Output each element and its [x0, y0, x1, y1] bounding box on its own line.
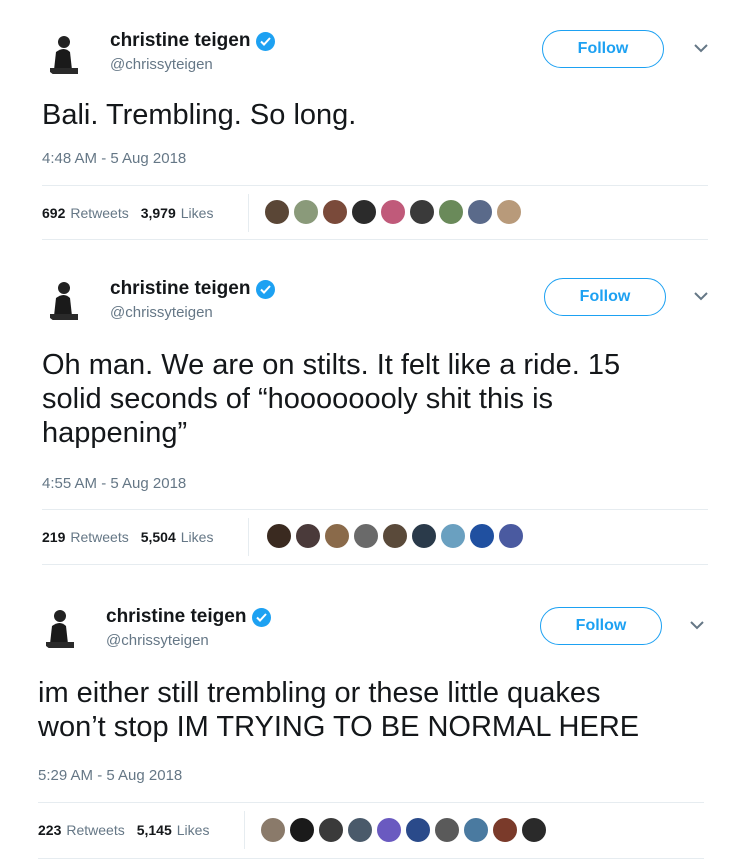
- liker-avatar[interactable]: [353, 523, 379, 549]
- tweet-text-line: happening”: [42, 417, 188, 449]
- liker-avatar[interactable]: [351, 199, 377, 225]
- tweet-text-line: im either still trembling or these littl…: [38, 677, 601, 709]
- tweet-timestamp[interactable]: 5:29 AM - 5 Aug 2018: [38, 767, 182, 784]
- stats-separator: [248, 518, 249, 556]
- stats-separator: [248, 194, 249, 232]
- user-name[interactable]: christine teigen: [110, 30, 250, 52]
- liker-avatar[interactable]: [347, 817, 373, 843]
- chevron-down-icon[interactable]: [692, 290, 710, 302]
- user-handle[interactable]: @chrissyteigen: [110, 56, 275, 73]
- retweets-label[interactable]: Retweets: [70, 205, 128, 221]
- stats-separator: [244, 811, 245, 849]
- liker-avatar[interactable]: [521, 817, 547, 843]
- liker-avatar[interactable]: [434, 817, 460, 843]
- tweet-text-line: Oh man. We are on stilts. It felt like a…: [42, 349, 621, 381]
- tweet-text: Bali. Trembling. So long.: [42, 98, 356, 132]
- liker-avatar[interactable]: [498, 523, 524, 549]
- liker-avatar[interactable]: [293, 199, 319, 225]
- liker-avatars: [266, 523, 524, 549]
- liker-avatar[interactable]: [260, 817, 286, 843]
- verified-badge-icon: [256, 31, 276, 51]
- like-count[interactable]: 3,979: [141, 205, 176, 221]
- user-handle[interactable]: @chrissyteigen: [110, 304, 275, 321]
- liker-avatar[interactable]: [438, 199, 464, 225]
- liker-avatars: [260, 817, 547, 843]
- liker-avatar[interactable]: [266, 523, 292, 549]
- tweet-text-line: Bali. Trembling. So long.: [42, 99, 357, 131]
- tweet-timestamp[interactable]: 4:55 AM - 5 Aug 2018: [42, 475, 186, 492]
- like-count[interactable]: 5,504: [141, 529, 176, 545]
- tweet-stats: 219 Retweets 5,504 Likes: [42, 529, 225, 545]
- liker-avatars: [264, 199, 522, 225]
- liker-avatar[interactable]: [382, 523, 408, 549]
- verified-badge-icon: [256, 279, 276, 299]
- liker-avatar[interactable]: [409, 199, 435, 225]
- likes-label[interactable]: Likes: [181, 205, 214, 221]
- tweet-stats: 223 Retweets 5,145 Likes: [38, 822, 221, 838]
- liker-avatar[interactable]: [324, 523, 350, 549]
- liker-avatar[interactable]: [469, 523, 495, 549]
- divider: [42, 239, 708, 240]
- liker-avatar[interactable]: [289, 817, 315, 843]
- liker-avatar[interactable]: [496, 199, 522, 225]
- retweets-label[interactable]: Retweets: [66, 822, 124, 838]
- retweet-count[interactable]: 692: [42, 205, 65, 221]
- avatar[interactable]: [42, 276, 90, 324]
- retweet-count[interactable]: 223: [38, 822, 61, 838]
- follow-button[interactable]: Follow: [540, 607, 662, 645]
- liker-avatar[interactable]: [463, 817, 489, 843]
- divider: [42, 509, 708, 510]
- user-name[interactable]: christine teigen: [110, 278, 250, 300]
- tweet-stats: 692 Retweets 3,979 Likes: [42, 205, 225, 221]
- likes-label[interactable]: Likes: [177, 822, 210, 838]
- liker-avatar[interactable]: [440, 523, 466, 549]
- liker-avatar[interactable]: [405, 817, 431, 843]
- tweet-text-line: won’t stop IM TRYING TO BE NORMAL HERE: [38, 711, 640, 743]
- liker-avatar[interactable]: [467, 199, 493, 225]
- tweet-text: Oh man. We are on stilts. It felt like a…: [42, 348, 620, 450]
- tweet-timestamp[interactable]: 4:48 AM - 5 Aug 2018: [42, 150, 186, 167]
- liker-avatar[interactable]: [380, 199, 406, 225]
- liker-avatar[interactable]: [295, 523, 321, 549]
- user-name[interactable]: christine teigen: [106, 606, 246, 628]
- liker-avatar[interactable]: [411, 523, 437, 549]
- tweet-text: im either still trembling or these littl…: [38, 676, 639, 744]
- chevron-down-icon[interactable]: [692, 42, 710, 54]
- avatar[interactable]: [42, 30, 90, 78]
- user-handle[interactable]: @chrissyteigen: [106, 632, 271, 649]
- liker-avatar[interactable]: [318, 817, 344, 843]
- liker-avatar[interactable]: [322, 199, 348, 225]
- retweet-count[interactable]: 219: [42, 529, 65, 545]
- chevron-down-icon[interactable]: [688, 619, 706, 631]
- follow-button[interactable]: Follow: [544, 278, 666, 316]
- divider: [42, 185, 708, 186]
- tweet-text-line: solid seconds of “hoooooooly shit this i…: [42, 383, 554, 415]
- divider: [38, 802, 704, 803]
- like-count[interactable]: 5,145: [137, 822, 172, 838]
- divider: [38, 858, 704, 859]
- retweets-label[interactable]: Retweets: [70, 529, 128, 545]
- likes-label[interactable]: Likes: [181, 529, 214, 545]
- liker-avatar[interactable]: [492, 817, 518, 843]
- verified-badge-icon: [252, 607, 272, 627]
- follow-button[interactable]: Follow: [542, 30, 664, 68]
- liker-avatar[interactable]: [264, 199, 290, 225]
- divider: [42, 564, 708, 565]
- liker-avatar[interactable]: [376, 817, 402, 843]
- avatar[interactable]: [38, 604, 86, 652]
